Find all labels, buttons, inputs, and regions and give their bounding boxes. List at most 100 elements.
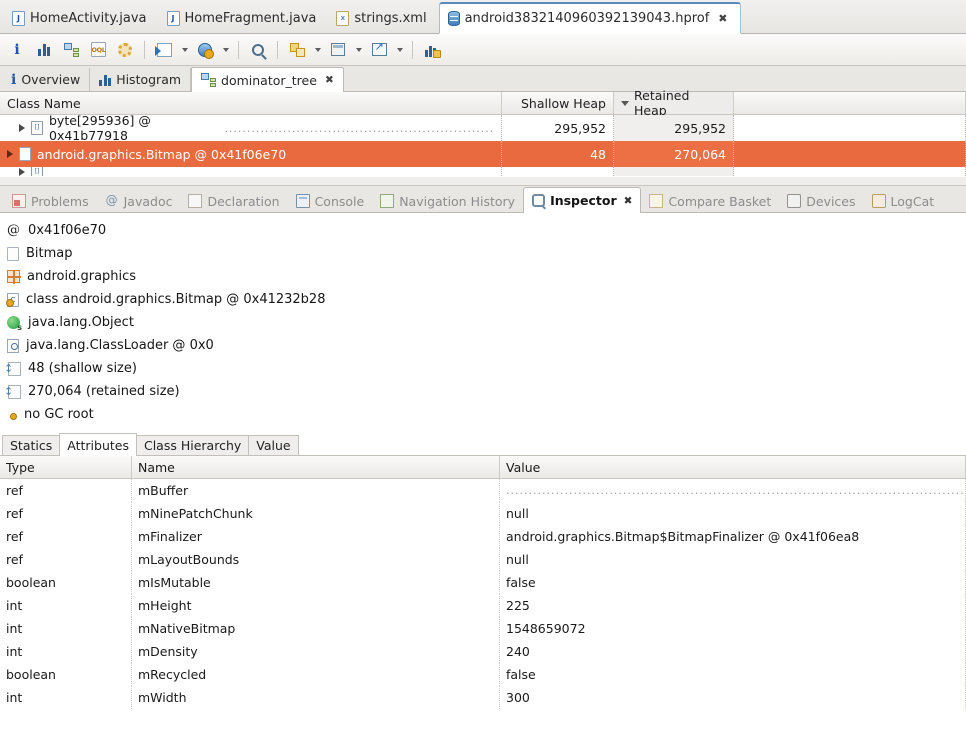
close-icon[interactable]: ✖: [325, 74, 334, 86]
table-row[interactable]: int mDensity 240: [0, 640, 966, 663]
group-by-dropdown-arrow[interactable]: [311, 37, 324, 63]
view-stack-tab-bar: Problems @ Javadoc Declaration Console N…: [0, 186, 966, 213]
editor-tab-home-fragment[interactable]: J HomeFragment.java: [159, 3, 329, 33]
tab-overview[interactable]: i Overview: [2, 68, 91, 91]
run-expert-system-button[interactable]: [151, 37, 177, 63]
heap-dump-history-button[interactable]: [192, 37, 218, 63]
table-row[interactable]: [] byte[295936] @ 0x41b77918 ...........…: [0, 113, 966, 143]
attr-value: 1548659072: [500, 617, 966, 640]
attr-type: int: [0, 617, 132, 640]
expand-arrow-icon[interactable]: [19, 167, 25, 176]
tree-row-shallow-heap: 48: [502, 141, 614, 167]
attr-type: int: [0, 594, 132, 617]
inspector-row-retained-size[interactable]: 270,064 (retained size): [4, 380, 966, 403]
tab-console[interactable]: Console: [288, 190, 373, 212]
toolbar-separator: [277, 40, 278, 59]
expand-arrow-icon[interactable]: [7, 150, 13, 158]
tab-inspector[interactable]: Inspector ✖: [523, 187, 642, 213]
inspector-row-shallow-size[interactable]: 48 (shallow size): [4, 357, 966, 380]
problems-icon: [12, 194, 26, 208]
inspector-row-classloader[interactable]: java.lang.ClassLoader @ 0x0: [6, 334, 966, 357]
tab-javadoc[interactable]: @ Javadoc: [97, 190, 181, 212]
table-row[interactable]: ref mBuffer ............................…: [0, 479, 966, 502]
column-header-name[interactable]: Name: [132, 456, 500, 478]
inspector-row-address[interactable]: @ 0x41f06e70: [6, 219, 966, 242]
dominator-tree-button[interactable]: [58, 37, 84, 63]
tab-statics[interactable]: Statics: [2, 435, 61, 455]
inspector-row-class-simple-name[interactable]: Bitmap: [6, 242, 966, 265]
table-row[interactable]: ref mNinePatchChunk null: [0, 502, 966, 525]
table-row[interactable]: android.graphics.Bitmap @ 0x41f06e70 48 …: [0, 141, 966, 167]
column-header-retained-heap[interactable]: Retained Heap: [614, 88, 734, 118]
find-button[interactable]: [245, 37, 271, 63]
editor-tab-hprof[interactable]: android3832140960392139043.hprof ✖: [438, 2, 741, 34]
column-header-shallow-heap[interactable]: Shallow Heap: [502, 92, 614, 114]
export-dropdown-arrow[interactable]: [393, 37, 406, 63]
column-header-class-name[interactable]: Class Name: [0, 92, 502, 114]
inspector-row-gc-root[interactable]: no GC root: [6, 403, 966, 426]
view-tab-label: dominator_tree: [221, 72, 317, 88]
sort-descending-icon: [621, 100, 629, 106]
column-header-filler: [734, 92, 966, 114]
tab-devices[interactable]: Devices: [779, 190, 863, 212]
table-row[interactable]: int mNativeBitmap 1548659072: [0, 617, 966, 640]
tab-value[interactable]: Value: [248, 435, 299, 455]
class-object-icon: C: [6, 292, 19, 307]
retained-size-icon: [4, 384, 21, 399]
tab-attributes[interactable]: Attributes: [59, 433, 137, 456]
tree-row-shallow-heap: [502, 167, 614, 176]
tab-dominator-tree[interactable]: dominator_tree ✖: [191, 67, 344, 92]
close-icon[interactable]: ✖: [624, 195, 633, 207]
query-browser-button[interactable]: [112, 37, 138, 63]
group-by-button[interactable]: [284, 37, 310, 63]
column-header-value[interactable]: Value: [500, 456, 966, 478]
export-button[interactable]: [366, 37, 392, 63]
inspector-row-superclass[interactable]: java.lang.Object: [6, 311, 966, 334]
leader-dots: ........................................…: [506, 484, 966, 497]
attr-value: 240: [500, 640, 966, 663]
run-dropdown-arrow[interactable]: [178, 37, 191, 63]
editor-tab-label: strings.xml: [354, 10, 427, 26]
attr-type: int: [0, 686, 132, 709]
attr-name: mNinePatchChunk: [132, 502, 500, 525]
inspector-icon: [532, 194, 546, 207]
array-icon: []: [31, 167, 43, 176]
table-row[interactable]: int mWidth 300: [0, 686, 966, 709]
column-header-type[interactable]: Type: [0, 456, 132, 478]
table-row[interactable]: boolean mIsMutable false: [0, 571, 966, 594]
leader-dots: ........................................…: [224, 121, 494, 135]
devices-icon: [787, 194, 802, 208]
calculate-retained-size-button[interactable]: [325, 37, 351, 63]
table-row[interactable]: int mHeight 225: [0, 594, 966, 617]
expand-arrow-icon[interactable]: [19, 124, 25, 132]
editor-tab-home-activity[interactable]: J HomeActivity.java: [4, 3, 159, 33]
table-row[interactable]: boolean mRecycled false: [0, 663, 966, 686]
tab-compare-basket[interactable]: Compare Basket: [641, 190, 779, 212]
tree-row-shallow-heap: 295,952: [502, 115, 614, 141]
calculate-dropdown-arrow[interactable]: [352, 37, 365, 63]
table-row-partial[interactable]: []: [0, 167, 966, 176]
search-icon: [252, 43, 264, 56]
editor-sash-divider[interactable]: [0, 176, 966, 186]
tab-histogram[interactable]: Histogram: [90, 68, 192, 91]
overview-info-button[interactable]: i: [4, 37, 30, 63]
tab-problems[interactable]: Problems: [4, 190, 97, 212]
inspector-row-class-object[interactable]: C class android.graphics.Bitmap @ 0x4123…: [6, 288, 966, 311]
tab-declaration[interactable]: Declaration: [180, 190, 287, 212]
close-icon[interactable]: ✖: [718, 12, 727, 25]
tab-logcat[interactable]: LogCat: [864, 190, 943, 212]
attr-name: mRecycled: [132, 663, 500, 686]
heapdump-config-icon: [198, 42, 214, 59]
gear-icon: [118, 42, 132, 57]
tab-class-hierarchy[interactable]: Class Hierarchy: [135, 435, 250, 455]
histogram-button[interactable]: [31, 37, 57, 63]
table-row[interactable]: ref mLayoutBounds null: [0, 548, 966, 571]
chevron-down-icon: [222, 47, 229, 52]
compare-snapshot-button[interactable]: [419, 37, 445, 63]
table-row[interactable]: ref mFinalizer android.graphics.Bitmap$B…: [0, 525, 966, 548]
inspector-row-package[interactable]: android.graphics: [6, 265, 966, 288]
editor-tab-strings-xml[interactable]: x strings.xml: [328, 3, 438, 33]
heap-dump-dropdown-arrow[interactable]: [219, 37, 232, 63]
tab-navigation-history[interactable]: Navigation History: [372, 190, 523, 212]
oql-button[interactable]: OQL: [85, 37, 111, 63]
